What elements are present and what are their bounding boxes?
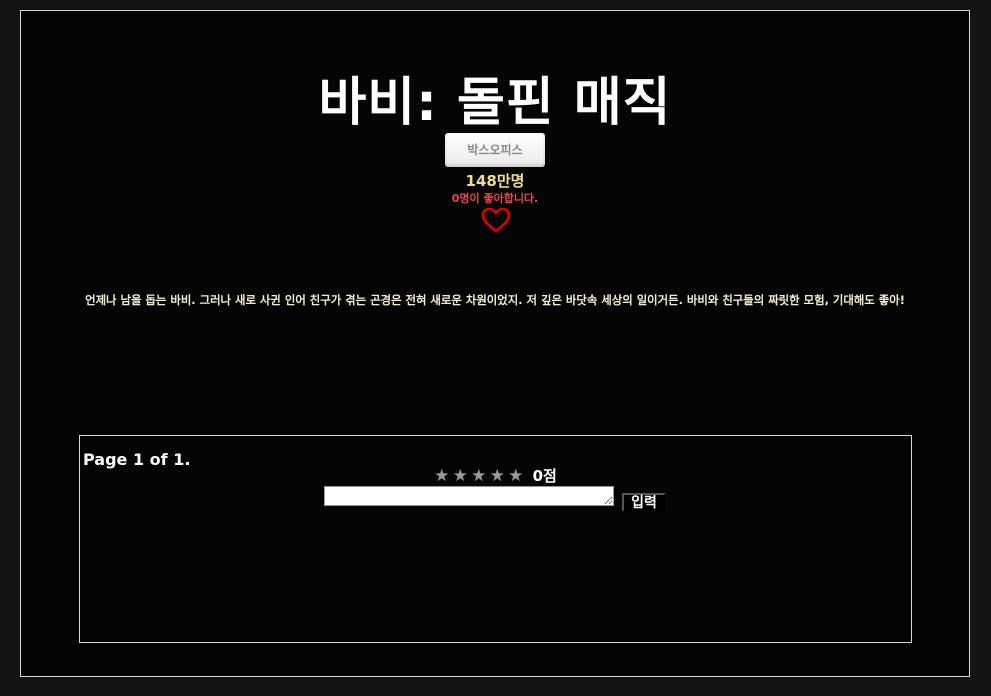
- heart-icon[interactable]: [481, 207, 511, 233]
- category-button[interactable]: 박스오피스: [445, 133, 545, 167]
- movie-description: 언제나 남을 돕는 바비. 그러나 새로 사귄 인어 친구가 겪는 곤경은 전혀…: [85, 293, 905, 307]
- rating-row: ★ ★ ★ ★ ★ 0점: [80, 466, 911, 486]
- review-input[interactable]: [324, 486, 614, 506]
- review-section: Page 1 of 1. ★ ★ ★ ★ ★ 0점 입력: [79, 435, 912, 643]
- audience-count: 148만명: [465, 172, 525, 190]
- movie-title: 바비: 돌핀 매직: [318, 73, 672, 133]
- likes-text: 0명이 좋아합니다.: [451, 192, 539, 205]
- star-icon[interactable]: ★: [434, 466, 449, 486]
- score-text: 0점: [532, 467, 557, 485]
- star-icon[interactable]: ★: [490, 466, 505, 486]
- star-icon[interactable]: ★: [471, 466, 486, 486]
- heart-outline-icon: [481, 207, 511, 233]
- star-icon[interactable]: ★: [453, 466, 468, 486]
- submit-button[interactable]: 입력: [622, 493, 666, 512]
- star-icon[interactable]: ★: [508, 466, 523, 486]
- page-frame: 바비: 돌핀 매직 박스오피스 148만명 0명이 좋아합니다. 언제나 남을 …: [20, 10, 970, 677]
